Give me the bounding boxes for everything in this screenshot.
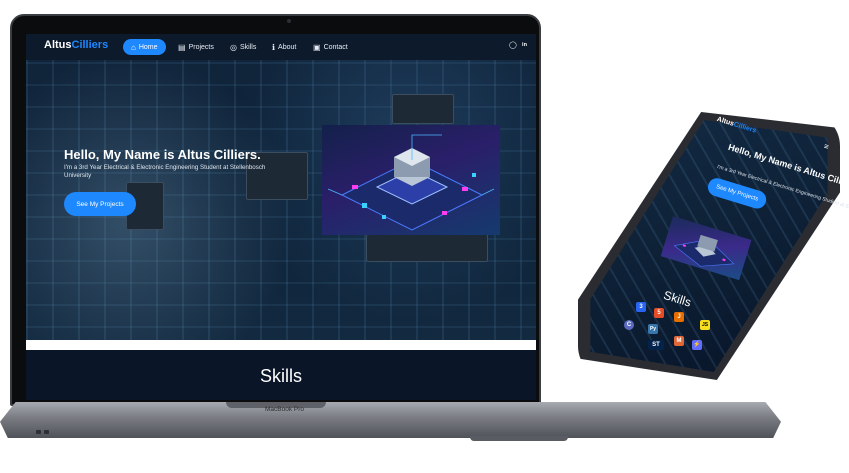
css3-icon: 3 xyxy=(636,302,646,312)
python-icon: Py xyxy=(648,324,658,334)
home-icon: ⌂ xyxy=(131,42,136,52)
vite-icon: ⚡ xyxy=(692,340,702,350)
phone: AltusCilliers ≡ Hello, My Name is Altus … xyxy=(578,112,849,380)
section-divider xyxy=(26,340,536,350)
brain-icon: ◎ xyxy=(230,42,237,52)
nav-label: Contact xyxy=(323,43,348,51)
isometric-chip-illustration xyxy=(327,134,495,231)
st-microelectronics-icon: ST xyxy=(648,340,664,350)
laptop-camera xyxy=(287,19,291,23)
connector xyxy=(366,234,488,262)
nav-label: Home xyxy=(138,43,158,51)
nav-label: Skills xyxy=(239,43,257,51)
laptop-screen: AltusCilliers ⌂ Home ▤ Projects ◎ Skills… xyxy=(26,34,536,400)
nav-about[interactable]: ℹ About xyxy=(272,39,296,55)
projects-icon: ▤ xyxy=(178,42,186,52)
hero-chip-illustration xyxy=(322,125,500,235)
javascript-icon: JS xyxy=(700,320,710,330)
nav-contact[interactable]: ▣ Contact xyxy=(313,39,348,55)
matlab-icon: M xyxy=(674,336,684,346)
github-icon[interactable]: ◯ xyxy=(509,42,517,49)
hero-title: Hello, My Name is Altus Cilliers. xyxy=(64,147,261,162)
see-my-projects-button[interactable]: See My Projects xyxy=(64,192,136,216)
nav-projects[interactable]: ▤ Projects xyxy=(178,39,214,55)
laptop-base xyxy=(0,402,781,438)
linkedin-icon[interactable]: in xyxy=(521,42,528,49)
brand-logo[interactable]: AltusCilliers xyxy=(44,39,108,51)
navbar: AltusCilliers ⌂ Home ▤ Projects ◎ Skills… xyxy=(26,34,536,60)
java-icon: J xyxy=(674,312,684,322)
info-icon: ℹ xyxy=(272,42,276,52)
laptop-foot xyxy=(470,436,568,441)
chip xyxy=(392,94,454,124)
nav-skills[interactable]: ◎ Skills xyxy=(230,39,256,55)
c-language-icon: C xyxy=(624,320,634,330)
brand-first: Altus xyxy=(44,39,72,51)
html5-icon: 5 xyxy=(654,308,664,318)
brand-second: Cilliers xyxy=(71,39,109,51)
nav-label: About xyxy=(278,43,297,51)
laptop-model-label: MacBook Pro xyxy=(265,406,305,413)
nav-label: Projects xyxy=(188,43,214,51)
nav-home[interactable]: ⌂ Home xyxy=(123,39,166,55)
usb-port xyxy=(44,430,49,434)
skills-heading: Skills xyxy=(259,366,302,386)
usb-port xyxy=(36,430,41,434)
contact-card-icon: ▣ xyxy=(313,42,321,52)
hero-subtitle: I'm a 3rd Year Electrical & Electronic E… xyxy=(64,164,266,179)
